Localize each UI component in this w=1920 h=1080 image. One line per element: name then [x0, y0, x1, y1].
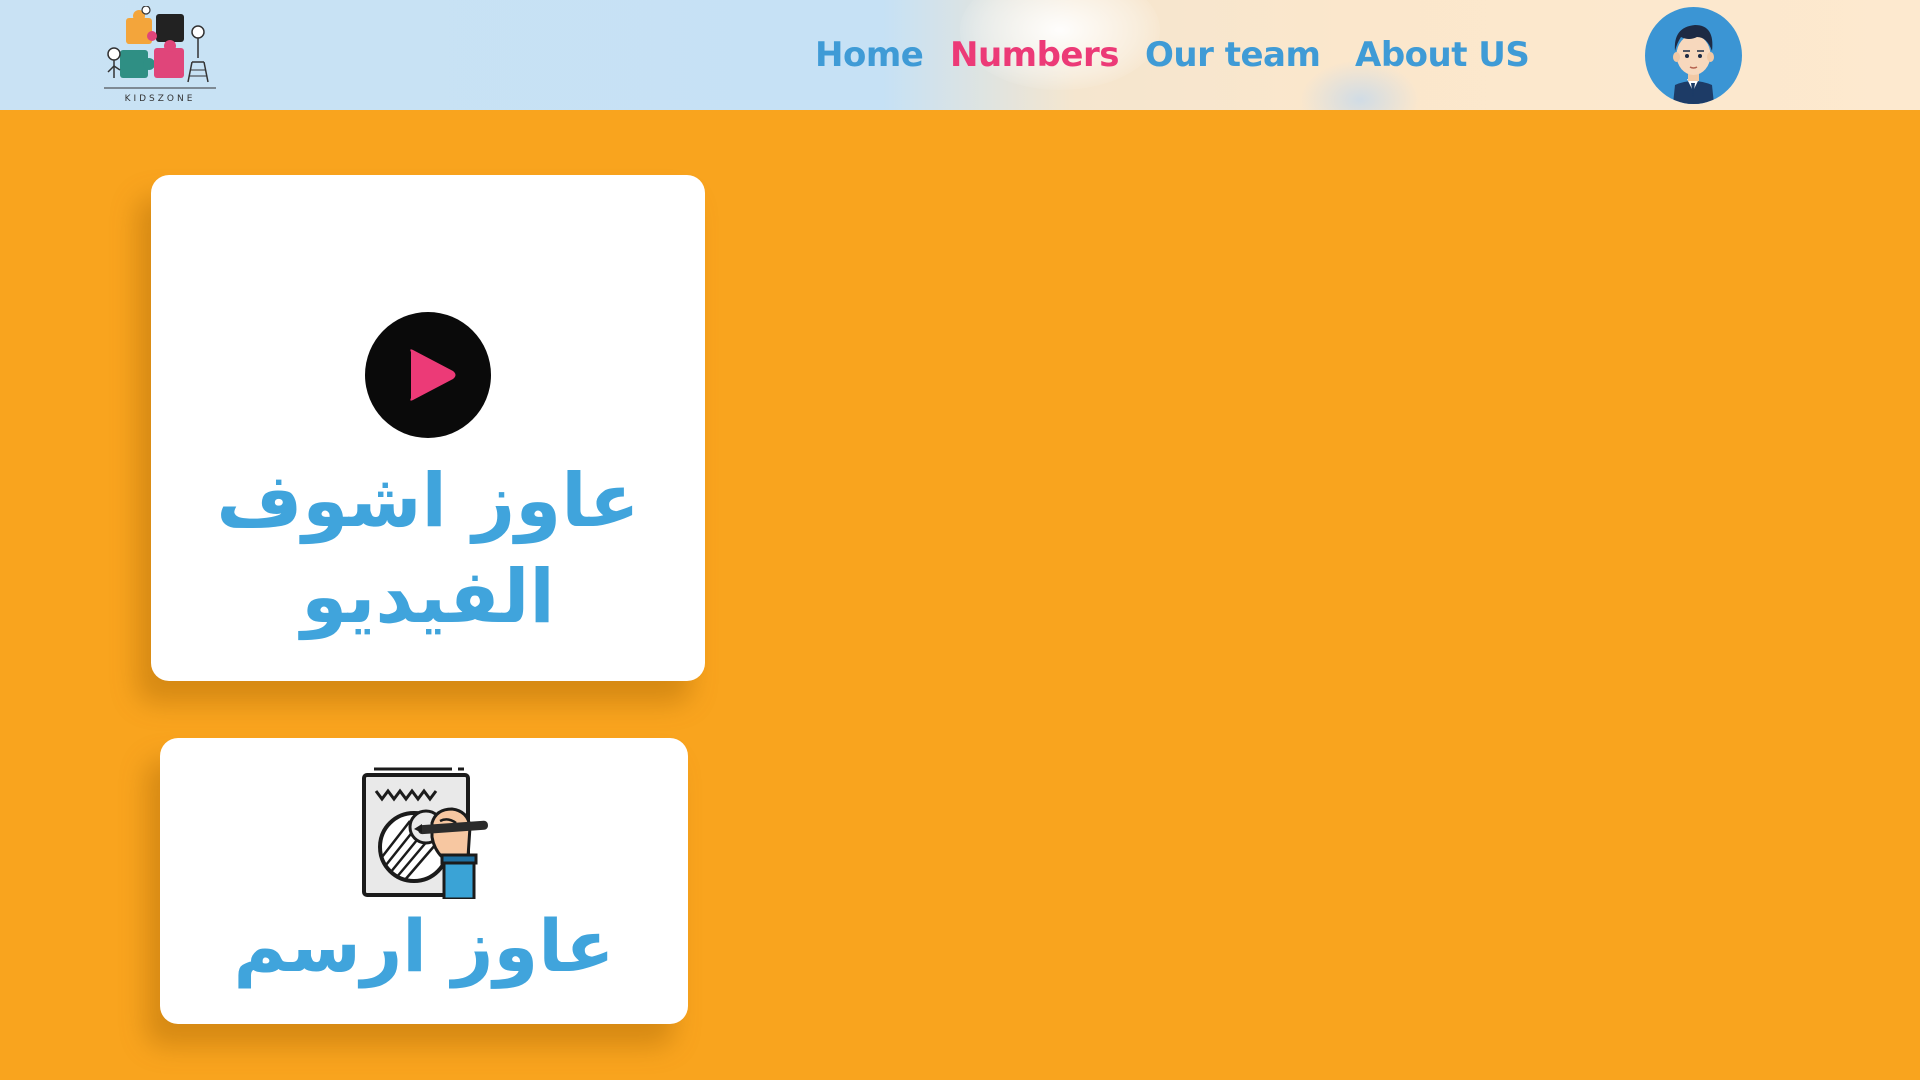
drawing-icon [362, 767, 488, 899]
boy-avatar-icon [1673, 25, 1714, 104]
user-avatar[interactable] [1645, 7, 1742, 104]
play-icon[interactable] [365, 312, 491, 438]
kidszone-logo[interactable]: KIDSZONE [100, 5, 220, 106]
logo-text: KIDSZONE [124, 94, 196, 104]
nav-about-us-link[interactable]: About US [1355, 30, 1530, 80]
nav-our-team-link[interactable]: Our team [1145, 30, 1321, 80]
top-header: KIDSZONE Home Numbers Our team About US [0, 0, 1920, 110]
nav-numbers-link[interactable]: Numbers [950, 30, 1120, 80]
nav-home-link[interactable]: Home [815, 30, 924, 80]
watch-video-card[interactable]: عاوز اشوف الفيديو [151, 175, 705, 681]
watch-video-title: عاوز اشوف الفيديو [216, 458, 640, 640]
draw-title: عاوز ارسم [233, 904, 615, 988]
draw-card[interactable]: عاوز ارسم [160, 738, 688, 1024]
puzzle-logo-icon [104, 5, 216, 89]
